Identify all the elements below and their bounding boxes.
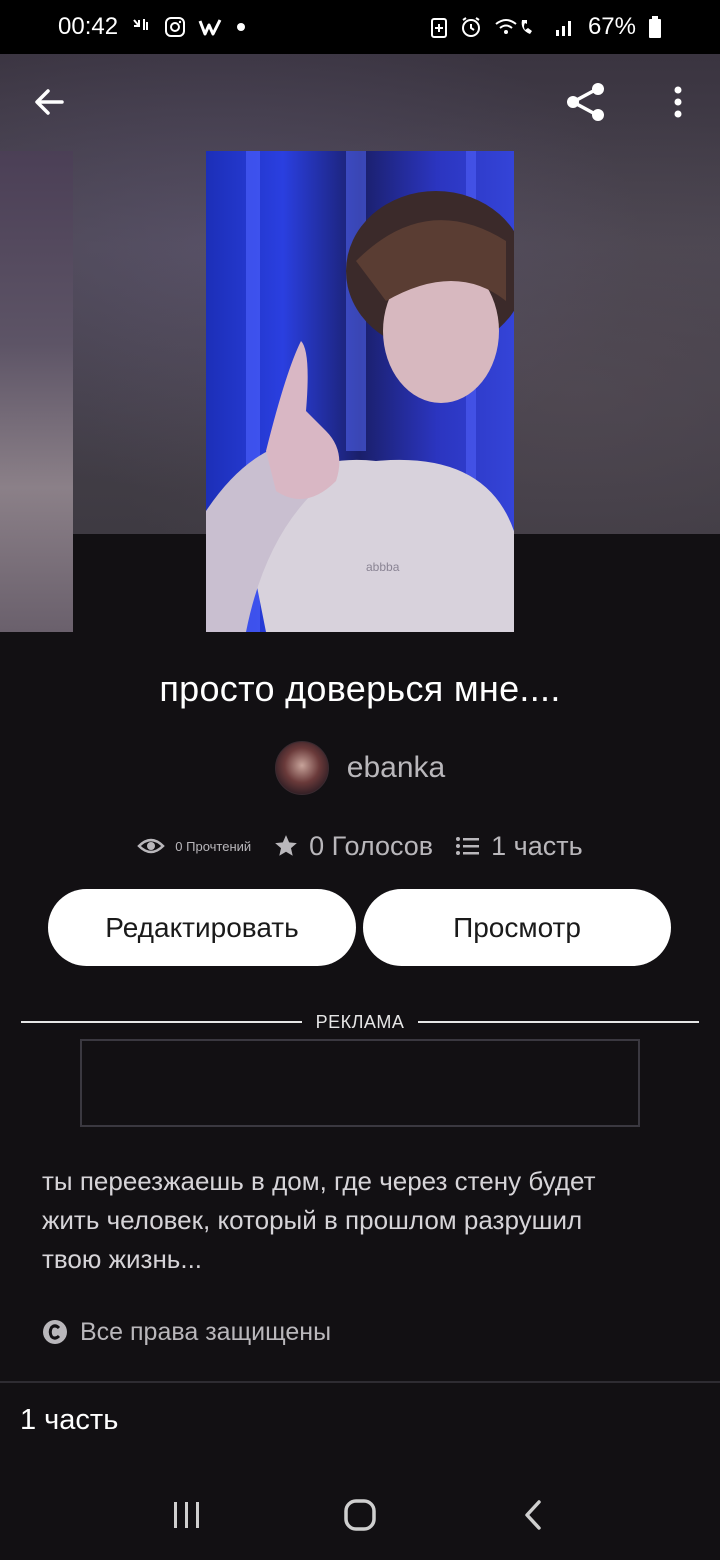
status-left: 00:42 (58, 13, 246, 41)
share-button[interactable] (556, 72, 616, 132)
list-icon (456, 837, 480, 855)
copyright-icon (43, 1320, 67, 1344)
parts-stat: 1 часть (455, 831, 583, 862)
cover-illustration: abbba (206, 151, 514, 632)
story-details-page: 00:42 67% abbba просто доверься мне.... … (0, 0, 720, 1560)
status-right: 67% (430, 13, 662, 41)
author-name[interactable]: ebanka (347, 751, 445, 785)
story-title: просто доверься мне.... (159, 668, 561, 709)
wifi-call-icon (494, 16, 542, 38)
back-button[interactable] (19, 72, 79, 132)
votes-count: 0 Голосов (309, 830, 434, 861)
ad-slot[interactable] (80, 1039, 640, 1127)
system-nav-bar (0, 1470, 720, 1560)
recent-apps-icon (173, 1502, 199, 1528)
more-options-button[interactable] (648, 72, 708, 132)
story-description: ты переезжаешь в дом, где через стену бу… (42, 1166, 596, 1274)
battery-icon (648, 15, 662, 39)
eye-icon (137, 838, 166, 854)
missed-call-icon (130, 16, 152, 38)
chevron-left-icon (525, 1500, 542, 1530)
ad-divider-left (21, 1021, 302, 1023)
system-back-button[interactable] (493, 1485, 573, 1545)
status-bar: 00:42 67% (0, 0, 720, 54)
story-stats: 0 Прочтений 0 Голосов 1 часть (0, 824, 720, 868)
home-button[interactable] (320, 1485, 400, 1545)
reads-count: 0 Прочтений (175, 838, 252, 854)
story-cover[interactable]: abbba (206, 151, 514, 632)
dot-icon (236, 22, 246, 32)
battery-saver-icon (430, 16, 448, 38)
wattpad-icon (198, 17, 224, 37)
reads-stat: 0 Прочтений (137, 836, 251, 856)
status-time: 00:42 (58, 13, 119, 40)
star-icon (275, 835, 297, 856)
signal-icon (554, 16, 576, 38)
arrow-left-icon (35, 89, 64, 115)
instagram-icon (164, 16, 186, 38)
svg-text:abbba: abbba (366, 560, 400, 574)
ad-divider-right (418, 1021, 700, 1023)
votes-stat: 0 Голосов (273, 831, 433, 862)
parts-heading[interactable]: 1 часть (20, 1404, 118, 1437)
edit-button[interactable]: Редактировать (48, 889, 356, 966)
previous-story-cover[interactable] (0, 151, 73, 632)
author-avatar[interactable] (274, 741, 329, 795)
view-button[interactable]: Просмотр (363, 889, 671, 966)
copyright-row: Все права защищены (42, 1312, 331, 1352)
share-icon (567, 83, 604, 121)
alarm-icon (460, 16, 482, 38)
more-vertical-icon (674, 86, 682, 118)
recent-apps-button[interactable] (147, 1485, 227, 1545)
ad-label: РЕКЛАМА (315, 1011, 405, 1032)
section-divider (0, 1381, 720, 1383)
ad-header: РЕКЛАМА (21, 1008, 700, 1036)
author-row[interactable]: ebanka (0, 740, 720, 796)
battery-percent: 67% (587, 13, 636, 40)
home-icon (344, 1499, 376, 1531)
parts-count: 1 часть (491, 830, 583, 861)
copyright-text: Все права защищены (80, 1317, 332, 1346)
